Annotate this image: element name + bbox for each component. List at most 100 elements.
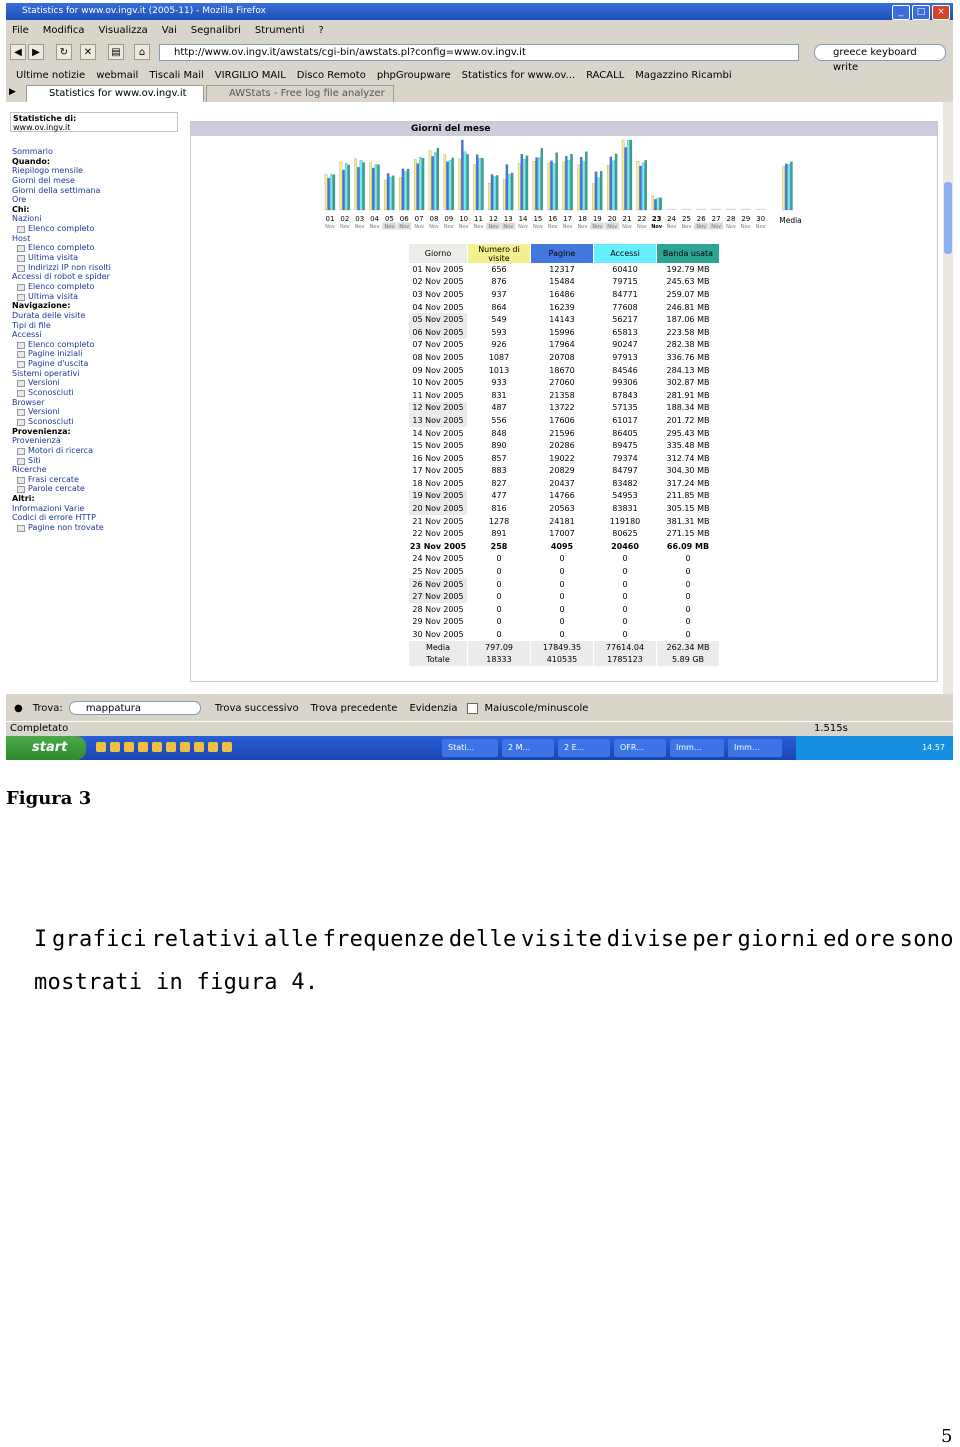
tab-awstats-home[interactable]: AWStats - Free log file analyzer ... [206, 85, 394, 115]
reload-icon[interactable]: ↻ [56, 44, 72, 60]
menu-modifica[interactable]: Modifica [43, 25, 85, 36]
bookmark-item[interactable]: Magazzino Ricambi [635, 70, 731, 81]
x-tick-sublabel: Nov [682, 224, 692, 230]
sidebar-item[interactable]: Pagine iniziali [12, 349, 190, 359]
scrollbar-thumb[interactable] [944, 182, 952, 254]
table-cell: 302.87 MB [666, 378, 710, 388]
vertical-scrollbar[interactable] [943, 102, 953, 694]
sidebar-item[interactable]: Informazioni Varie [12, 504, 190, 514]
sidebar-item[interactable]: Elenco completo [12, 340, 190, 350]
sidebar-item[interactable]: Ultima visita [12, 253, 190, 263]
sidebar-item[interactable]: Codici di errore HTTP [12, 513, 190, 523]
maximize-button[interactable]: □ [912, 5, 930, 20]
minimize-button[interactable]: _ [892, 5, 910, 20]
sidebar-item[interactable]: Accessi di robot e spider [12, 272, 190, 282]
sidebar-item[interactable]: Browser [12, 398, 190, 408]
sidebar-item[interactable]: Elenco completo [12, 282, 190, 292]
menu-help[interactable]: ? [319, 25, 324, 36]
bookmark-item[interactable]: Disco Remoto [297, 70, 366, 81]
bookmark-item[interactable]: phpGroupware [377, 70, 451, 81]
sidebar-item[interactable]: Sistemi operativi [12, 369, 190, 379]
bookmark-item[interactable]: Tiscali Mail [149, 70, 203, 81]
taskbar-item-firefox[interactable]: Stati... [442, 739, 498, 757]
menu-vai[interactable]: Vai [162, 25, 177, 36]
back-icon[interactable]: ◀ [10, 44, 26, 60]
url-input[interactable]: http://www.ov.ingv.it/awstats/cgi-bin/aw… [159, 44, 799, 61]
highlight-button[interactable]: Evidenzia [409, 703, 457, 714]
sidebar-item[interactable]: Durata delle visite [12, 311, 190, 321]
table-cell: 0 [496, 579, 502, 589]
sidebar-item[interactable]: Tipi di file [12, 321, 190, 331]
taskbar-item-word[interactable]: OFR... [614, 739, 666, 757]
sidebar-item[interactable]: Pagine d'uscita [12, 359, 190, 369]
bookmark-item[interactable]: VIRGILIO MAIL [215, 70, 286, 81]
taskbar-item-mail[interactable]: 2 M... [502, 739, 554, 757]
taskbar-item-image[interactable]: Imm... [670, 739, 724, 757]
sidebar-item[interactable]: Frasi cercate [12, 475, 190, 485]
sidebar-item: Chi: [12, 204, 30, 214]
menu-visualizza[interactable]: Visualizza [99, 25, 148, 36]
sidebar-item[interactable]: Nazioni [12, 214, 190, 224]
sidebar-item[interactable]: Sconosciuti [12, 388, 190, 398]
sidebar-item[interactable]: Giorni del mese [12, 176, 190, 186]
sidebar-item[interactable]: Elenco completo [12, 243, 190, 253]
sidebar-item[interactable]: Versioni [12, 407, 190, 417]
menu-file[interactable]: File [12, 25, 29, 36]
bookmark-item[interactable]: webmail [96, 70, 138, 81]
taskbar-item-explorer[interactable]: 2 E... [558, 739, 610, 757]
sidebar-item[interactable]: Giorni della settimana [12, 186, 190, 196]
home-icon[interactable]: ⌂ [134, 44, 150, 60]
sidebar-item[interactable]: Parole cercate [12, 484, 190, 494]
sidebar-item[interactable]: Accessi [12, 330, 190, 340]
quick-launch-icon[interactable] [194, 742, 204, 752]
find-previous-button[interactable]: Trova precedente [311, 703, 398, 714]
bookmark-item[interactable]: RACALL [586, 70, 624, 81]
sidebar-item[interactable]: Sconosciuti [12, 417, 190, 427]
sidebar-item[interactable]: Provenienza [12, 436, 190, 446]
sidebar-item[interactable]: Versioni [12, 378, 190, 388]
quick-launch-icon[interactable] [222, 742, 232, 752]
sidebar-item[interactable]: Ricerche [12, 465, 190, 475]
find-input[interactable]: mappatura [68, 701, 201, 715]
quick-launch-icon[interactable] [208, 742, 218, 752]
quick-launch-icon[interactable] [180, 742, 190, 752]
sidebar-item[interactable]: Ultima visita [12, 292, 190, 302]
taskbar-item-image-2[interactable]: Imm... [728, 739, 782, 757]
quick-launch-icon[interactable] [138, 742, 148, 752]
table-row: 22 Nov 2005 891 17007 80625 271.15 MB [409, 527, 719, 540]
table-cell: 97913 [612, 352, 638, 362]
sidebar-item[interactable]: Siti [12, 456, 190, 466]
sidebar-item[interactable]: Riepilogo mensile [12, 166, 190, 176]
quick-launch-icon[interactable] [110, 742, 120, 752]
menu-segnalibri[interactable]: Segnalibri [191, 25, 241, 36]
table-cell: 27060 [549, 378, 575, 388]
sidebar-item[interactable]: Indirizzi IP non risolti [12, 263, 190, 273]
bookmark-item[interactable]: Statistics for www.ov... [462, 70, 575, 81]
chart-bar [347, 164, 350, 211]
bookmark-book-icon[interactable]: ▤ [108, 44, 124, 60]
sidebar-item[interactable]: Motori di ricerca [12, 446, 190, 456]
close-find-icon[interactable]: ● [14, 703, 23, 714]
close-button[interactable]: × [932, 5, 950, 20]
tab-list-icon[interactable]: ▶ [9, 87, 16, 97]
tab-awstats-stats[interactable]: Statistics for www.ov.ingv.it (20... [26, 85, 204, 115]
quick-launch-icon[interactable] [124, 742, 134, 752]
chart-bar [404, 171, 407, 211]
start-button[interactable]: start [6, 736, 86, 760]
bookmark-item[interactable]: Ultime notizie [16, 70, 85, 81]
quick-launch-icon[interactable] [152, 742, 162, 752]
sidebar-item[interactable]: Sommario [12, 147, 190, 157]
search-input[interactable]: greece keyboard write [814, 44, 946, 73]
sidebar-item[interactable]: Pagine non trovate [12, 523, 190, 533]
stop-icon[interactable]: ✕ [80, 44, 96, 60]
menu-strumenti[interactable]: Strumenti [255, 25, 305, 36]
sidebar-item[interactable]: Host [12, 234, 190, 244]
sidebar-item[interactable]: Ore [12, 195, 190, 205]
forward-icon[interactable]: ▶ [28, 44, 44, 60]
match-case-checkbox[interactable] [467, 702, 479, 714]
quick-launch-icon[interactable] [166, 742, 176, 752]
stats-label: Statistiche di: [13, 114, 77, 123]
quick-launch-icon[interactable] [96, 742, 106, 752]
sidebar-item[interactable]: Elenco completo [12, 224, 190, 234]
find-next-button[interactable]: Trova successivo [215, 703, 299, 714]
